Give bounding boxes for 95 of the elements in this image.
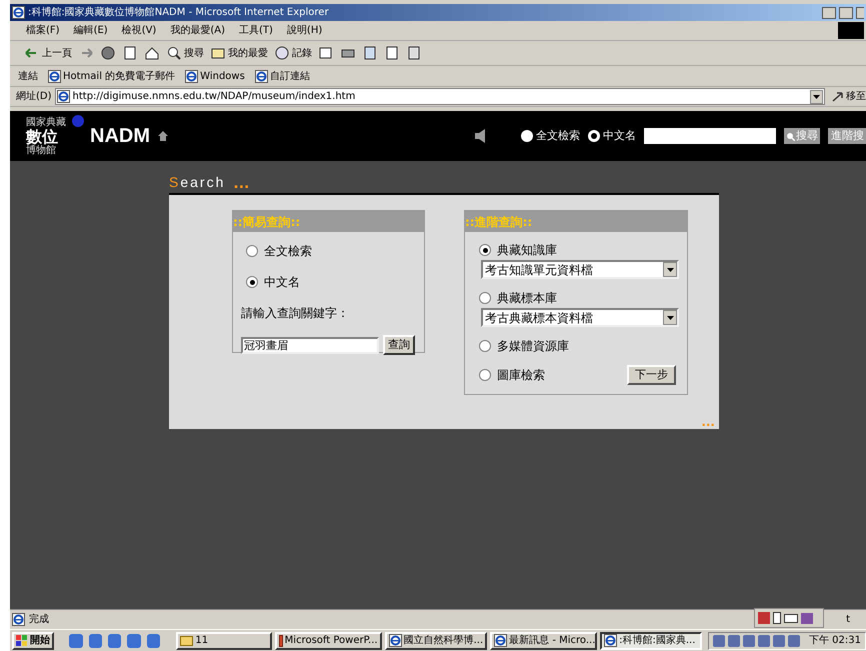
taskbar-button[interactable]: 國立自然科學博... [384, 632, 488, 650]
address-field[interactable]: http://digimuse.nmns.edu.tw/NDAP/museum/index1.htm [54, 88, 825, 105]
quick-launch-icon[interactable] [127, 634, 141, 648]
slides-icon [278, 634, 283, 646]
minimize-button[interactable] [822, 6, 836, 18]
section-title: S earch [169, 174, 226, 190]
header-search-field[interactable] [644, 128, 776, 144]
radio-label: 全文檢索 [536, 128, 580, 144]
home-icon [144, 45, 160, 61]
menu-item[interactable]: 檔案(F) [26, 23, 60, 38]
link-button[interactable]: Windows [185, 68, 245, 84]
home-icon[interactable] [158, 131, 168, 141]
ie-icon [185, 70, 198, 82]
radio-button[interactable] [479, 292, 491, 304]
links-label: 連結 [18, 70, 38, 84]
radio-label: 中文名 [603, 128, 636, 144]
link-button[interactable]: 自訂連結 [254, 68, 310, 84]
search-icon [786, 132, 795, 140]
tray-icon[interactable] [758, 634, 770, 646]
maximize-button[interactable] [839, 6, 853, 18]
tray-icon[interactable] [772, 634, 785, 646]
clock: 下午 02:31 [808, 634, 861, 648]
radio-button[interactable] [521, 130, 533, 142]
link-button[interactable]: Hotmail 的免費電子郵件 [48, 68, 176, 84]
search-icon [166, 45, 182, 61]
radio-label: 典藏知識庫 [497, 242, 558, 259]
speaker-icon[interactable] [475, 129, 485, 143]
windows-flag-icon [16, 635, 28, 646]
keyboard-icon[interactable] [784, 614, 798, 622]
stop-button[interactable] [100, 45, 116, 61]
start-button[interactable]: 開始 [12, 632, 54, 650]
quick-launch-icon[interactable] [108, 634, 122, 648]
stop-icon [100, 45, 116, 61]
box-title: ::進階查詢:: [465, 214, 532, 230]
menu-item[interactable]: 編輯(E) [74, 23, 108, 38]
caret-icon [663, 310, 677, 325]
radio-button[interactable] [479, 369, 491, 381]
favorites-button[interactable]: 我的最愛 [210, 45, 268, 61]
taskbar-button[interactable]: Microsoft PowerP... [274, 632, 382, 650]
keyword-prompt: 請輸入查詢關鍵字： [241, 305, 350, 322]
caret-icon [810, 90, 823, 104]
ie-icon [56, 90, 70, 103]
ie-icon [494, 634, 508, 647]
arrow-icon [832, 90, 844, 102]
taskbar-button[interactable]: 11 [176, 632, 272, 650]
ie-icon [12, 613, 25, 626]
tray-icon[interactable] [712, 634, 725, 646]
window-icon [12, 6, 25, 19]
quick-launch-icon[interactable] [88, 634, 102, 648]
radio-button[interactable] [479, 340, 491, 352]
status-text: t [846, 613, 851, 627]
ie-icon [604, 634, 618, 647]
page-icon[interactable] [773, 612, 781, 624]
keyword-field[interactable]: 冠羽畫眉 [241, 336, 379, 354]
tray-icon[interactable] [788, 634, 800, 646]
radio-label: 全文檢索 [264, 243, 312, 260]
radio-button[interactable] [246, 245, 258, 257]
home-button[interactable] [144, 45, 160, 61]
dropdown[interactable]: 考古典藏標本資料檔 [481, 308, 679, 327]
quick-launch-icon[interactable] [146, 634, 160, 648]
folder-icon [180, 636, 194, 646]
search-button[interactable]: 搜尋 [166, 45, 204, 61]
ie-icon [388, 634, 402, 647]
menu-item[interactable]: 檢視(V) [122, 23, 156, 38]
quick-launch-icon[interactable] [69, 634, 83, 648]
box-title: ::簡易查詢:: [233, 214, 300, 230]
taskbar-button[interactable]: :科博館:國家典... [600, 632, 702, 650]
history-button[interactable]: 記錄 [274, 45, 312, 61]
tray-icon[interactable] [728, 634, 740, 646]
menu-item[interactable]: 工具(T) [239, 23, 273, 38]
next-step-button[interactable]: 下一步 [627, 365, 676, 385]
caret-icon [663, 262, 677, 277]
ie-icon [48, 70, 61, 82]
go-button[interactable]: 移至 [828, 89, 866, 104]
status-text: 完成 [29, 612, 49, 627]
menu-item[interactable]: 說明(H) [286, 23, 322, 38]
taskbar-button[interactable]: 最新訊息 - Micro... [490, 632, 598, 650]
title-dots: ... [233, 178, 250, 190]
radio-label: 典藏標本庫 [497, 290, 558, 307]
radio-label: 多媒體資源庫 [497, 338, 570, 355]
corner-dots: ... [701, 417, 715, 427]
window-title: :科博館:國家典藏數位博物館NADM - Microsoft Internet Explorer [28, 6, 330, 20]
ie-icon [254, 70, 268, 82]
radio-button[interactable] [246, 276, 258, 288]
back-button[interactable]: 上一頁 [24, 45, 72, 61]
close-button[interactable] [856, 6, 864, 18]
radio-button[interactable] [479, 244, 491, 256]
query-button[interactable]: 查詢 [383, 335, 415, 355]
radio-button[interactable] [588, 130, 600, 142]
tray-icon[interactable] [742, 634, 755, 646]
radio-label: 中文名 [264, 274, 300, 291]
menu-item[interactable]: 我的最愛(A) [170, 23, 225, 38]
address-label: 網址(D) [16, 90, 52, 104]
dropdown[interactable]: 考古知識單元資料檔 [481, 260, 679, 279]
radio-label: 圖庫檢索 [497, 367, 546, 384]
